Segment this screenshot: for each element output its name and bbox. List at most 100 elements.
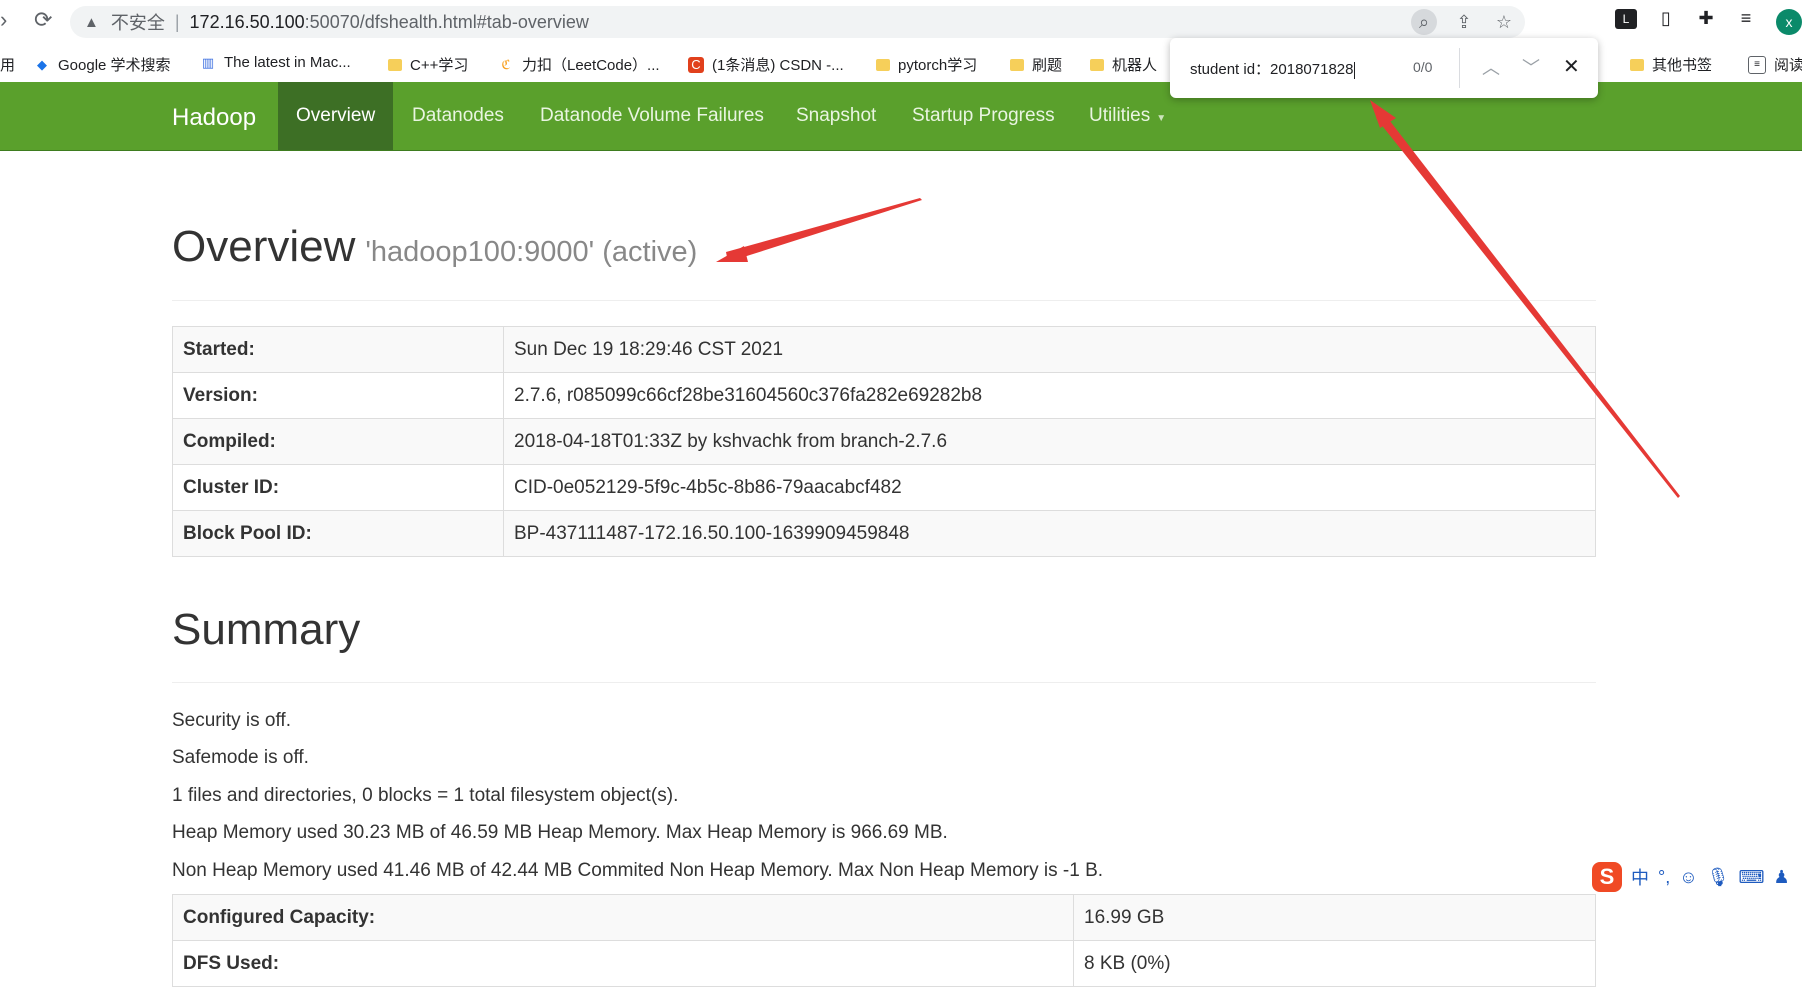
folder-icon <box>876 58 890 71</box>
overview-heading: Overview 'hadoop100:9000' (active) <box>172 222 697 272</box>
url-path: :50070/dfshealth.html#tab-overview <box>304 11 589 32</box>
nav-volume-failures[interactable]: Datanode Volume Failures <box>522 82 782 150</box>
table-row: Configured Capacity: 16.99 GB <box>172 894 1596 941</box>
bookmark-label: 用 <box>0 57 16 74</box>
find-bar: student id：2018071828 0/0 ︿ ﹀ ✕ <box>1170 38 1598 98</box>
overview-title: Overview <box>172 222 356 271</box>
bookmark-label: (1条消息) CSDN -... <box>712 57 844 74</box>
warning-icon[interactable]: ▲ <box>84 14 99 31</box>
bookmark-pytorch[interactable]: pytorch学习 <box>876 54 977 75</box>
row-value: BP-437111487-172.16.50.100-1639909459848 <box>503 510 1596 557</box>
user-icon[interactable]: ♟ <box>1773 867 1789 888</box>
nav-overview[interactable]: Overview <box>278 82 394 150</box>
bookmark-apps[interactable]: 用 <box>0 54 15 75</box>
share-icon[interactable]: ⇪ <box>1451 12 1477 33</box>
row-value: Sun Dec 19 18:29:46 CST 2021 <box>503 326 1596 373</box>
document-icon[interactable]: ▯ <box>1655 8 1677 29</box>
bookmark-label: 刷题 <box>1032 57 1063 74</box>
summary-filesystem-objects: 1 files and directories, 0 blocks = 1 to… <box>172 785 679 806</box>
row-key: Version: <box>172 372 504 419</box>
url-host: 172.16.50.100 <box>189 11 305 32</box>
table-row: Cluster ID: CID-0e052129-5f9c-4b5c-8b86-7… <box>172 464 1596 511</box>
profile-avatar-icon[interactable]: x <box>1776 9 1802 35</box>
find-next-icon[interactable]: ﹀ <box>1522 54 1540 80</box>
ime-language[interactable]: 中 <box>1631 864 1649 890</box>
divider <box>172 682 1596 683</box>
separator: | <box>174 11 180 32</box>
reading-list-icon[interactable]: ≡ <box>1735 8 1757 29</box>
keyboard-icon[interactable]: ⌨ <box>1738 867 1764 888</box>
punctuation-icon[interactable]: °, <box>1658 867 1670 888</box>
bookmark-shuati[interactable]: 刷题 <box>1010 54 1062 75</box>
security-label[interactable]: 不安全 <box>111 9 165 35</box>
summary-heap-memory: Heap Memory used 30.23 MB of 46.59 MB He… <box>172 822 948 843</box>
bookmark-mac[interactable]: ▥ The latest in Mac... <box>200 54 351 71</box>
row-key: Configured Capacity: <box>172 894 1074 941</box>
reload-icon[interactable]: ⟳ <box>34 8 52 32</box>
bookmark-label: 其他书签 <box>1652 57 1713 74</box>
reading-mode-icon: ≡ <box>1748 55 1766 74</box>
omnibox-actions: ⌕ ⇪ ☆ <box>1411 6 1517 38</box>
row-key: Compiled: <box>172 418 504 465</box>
nav-datanodes[interactable]: Datanodes <box>394 82 522 150</box>
find-close-icon[interactable]: ✕ <box>1563 54 1580 79</box>
csdn-icon: C <box>688 56 704 73</box>
sogou-logo-icon[interactable]: S <box>1592 862 1622 892</box>
emoji-icon[interactable]: ☺ <box>1679 867 1697 888</box>
forward-icon[interactable]: › <box>0 8 7 32</box>
summary-nonheap-memory: Non Heap Memory used 41.46 MB of 42.44 M… <box>172 860 1104 881</box>
find-input[interactable]: student id：2018071828 <box>1190 58 1356 79</box>
find-previous-icon[interactable]: ︿ <box>1482 54 1500 80</box>
overview-table: Started: Sun Dec 19 18:29:46 CST 2021 Ver… <box>172 326 1596 557</box>
bookmark-label: 阅读 <box>1774 57 1802 74</box>
bookmark-other[interactable]: 其他书签 <box>1630 54 1712 75</box>
bookmark-google-scholar[interactable]: ◆ Google 学术搜索 <box>34 54 171 75</box>
bookmark-leetcode[interactable]: ℭ 力扣（LeetCode）... <box>498 54 660 75</box>
folder-icon <box>1630 58 1644 71</box>
find-divider <box>1459 48 1460 88</box>
bookmark-label: C++学习 <box>410 57 469 74</box>
row-value: 2.7.6, r085099c66cf28be31604560c376fa282… <box>503 372 1596 419</box>
table-row: Version: 2.7.6, r085099c66cf28be31604560c… <box>172 372 1596 419</box>
address-bar[interactable]: ▲ 不安全 | 172.16.50.100:50070/dfshealth.ht… <box>70 6 1525 38</box>
nav-utilities[interactable]: Utilities ▼ <box>1071 82 1184 150</box>
row-value: 8 KB (0%) <box>1073 940 1596 987</box>
row-key: Cluster ID: <box>172 464 504 511</box>
leetcode-extension-icon[interactable]: L <box>1615 8 1637 29</box>
nav-startup-progress[interactable]: Startup Progress <box>894 82 1073 150</box>
divider <box>172 300 1596 301</box>
row-key: Started: <box>172 326 504 373</box>
folder-icon <box>1090 58 1104 71</box>
nav-snapshot[interactable]: Snapshot <box>778 82 894 150</box>
bookmark-label: 机器人 <box>1112 57 1158 74</box>
url-text[interactable]: 172.16.50.100:50070/dfshealth.html#tab-o… <box>190 12 589 33</box>
arrow-to-namenode <box>716 198 922 262</box>
puzzle-extensions-icon[interactable]: ✚ <box>1695 8 1717 29</box>
table-row: Block Pool ID: BP-437111487-172.16.50.100… <box>172 510 1596 557</box>
bookmark-csdn[interactable]: C (1条消息) CSDN -... <box>688 54 844 75</box>
summary-table: Configured Capacity: 16.99 GB DFS Used: 8 … <box>172 894 1596 987</box>
ime-toolbar: S 中 °, ☺ 🎙 ⌨ ♟ <box>1592 862 1790 892</box>
find-in-page-icon[interactable]: ⌕ <box>1411 9 1437 35</box>
bookmark-reading[interactable]: ≡ 阅读 <box>1748 54 1802 75</box>
row-key: Block Pool ID: <box>172 510 504 557</box>
table-row: DFS Used: 8 KB (0%) <box>172 940 1596 987</box>
table-row: Compiled: 2018-04-18T01:33Z by kshvachk f… <box>172 418 1596 465</box>
nav-utilities-label: Utilities <box>1089 105 1151 126</box>
summary-safemode: Safemode is off. <box>172 747 309 768</box>
bookmark-star-icon[interactable]: ☆ <box>1491 12 1517 33</box>
folder-icon <box>1010 58 1024 71</box>
bookmark-label: 力扣（LeetCode）... <box>522 57 660 74</box>
brand-logo[interactable]: Hadoop <box>172 104 256 132</box>
microphone-icon[interactable]: 🎙 <box>1707 867 1730 888</box>
find-match-count: 0/0 <box>1413 59 1433 75</box>
bookmark-cpp[interactable]: C++学习 <box>388 54 468 75</box>
bookmark-robot[interactable]: 机器人 <box>1090 54 1157 75</box>
bookmark-label: pytorch学习 <box>898 57 978 74</box>
bars-icon: ▥ <box>201 54 215 70</box>
scholar-icon: ◆ <box>37 56 47 72</box>
bookmark-label: The latest in Mac... <box>224 54 351 71</box>
folder-icon <box>388 58 402 71</box>
extensions-area: L ▯ ✚ ≡ <box>1615 8 1757 29</box>
summary-security: Security is off. <box>172 710 291 731</box>
